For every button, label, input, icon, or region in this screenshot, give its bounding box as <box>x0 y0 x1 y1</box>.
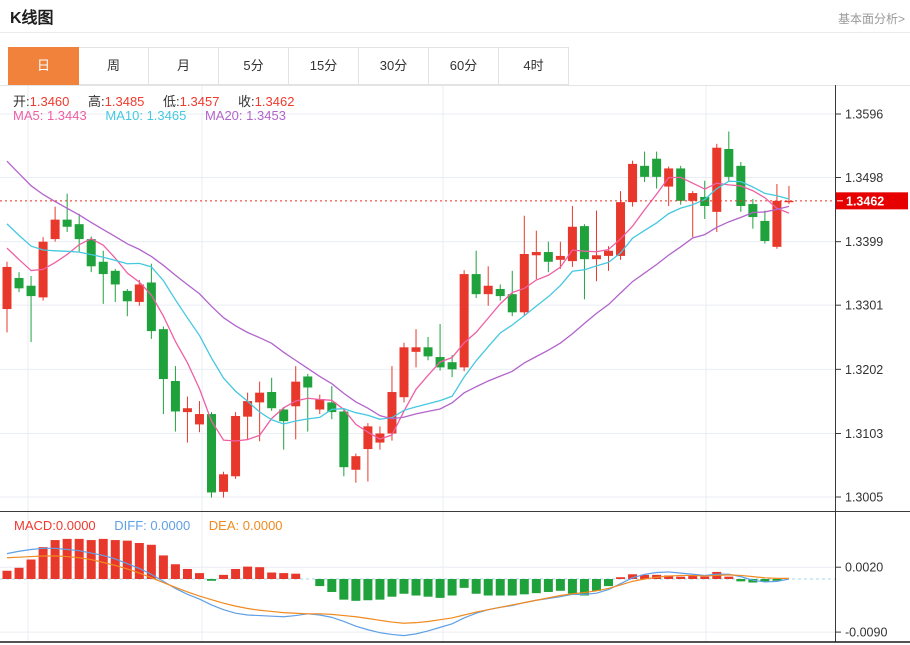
candles-layer <box>2 131 794 498</box>
ma5-line <box>6 176 790 442</box>
macd-label: MACD: <box>14 518 56 533</box>
diff-value: 0.0000 <box>150 518 191 533</box>
svg-text:1.3202: 1.3202 <box>845 363 883 377</box>
high-value: 1.3485 <box>104 94 145 109</box>
low-value: 1.3457 <box>179 94 220 109</box>
interval-tabbar: 日周月 5分 15分 30分 60分 4时 <box>8 47 569 85</box>
page-title: K线图 <box>10 10 54 27</box>
ma10-label: MA10: <box>105 108 143 123</box>
ma20-value: 1.3453 <box>246 108 286 123</box>
macd-value: 0.0000 <box>55 518 96 533</box>
close-label: 收: <box>238 94 255 109</box>
price-axis: 1.3596 1.3498 1.3399 1.3301 1.3202 1.3103 1.30… <box>835 108 887 640</box>
open-label: 开: <box>13 94 30 109</box>
tab-15min[interactable]: 15分 <box>288 47 359 85</box>
svg-text:0.0020: 0.0020 <box>845 561 883 575</box>
tab-month[interactable]: 月 <box>148 47 219 85</box>
tab-60min[interactable]: 60分 <box>428 47 499 85</box>
macd-layer <box>2 538 790 637</box>
current-price-label: 1.3462 <box>836 192 908 210</box>
svg-text:1.3596: 1.3596 <box>845 108 883 122</box>
svg-text:1.3498: 1.3498 <box>845 171 883 185</box>
tab-5min[interactable]: 5分 <box>218 47 289 85</box>
fundamental-analysis-link[interactable]: 基本面分析> <box>838 10 905 27</box>
close-value: 1.3462 <box>254 94 295 109</box>
svg-text:1.3399: 1.3399 <box>845 235 883 249</box>
high-label: 高: <box>88 94 105 109</box>
svg-text:1.3301: 1.3301 <box>845 299 883 313</box>
tab-week[interactable]: 周 <box>78 47 149 85</box>
ma5-value: 1.3443 <box>46 108 87 123</box>
open-value: 1.3460 <box>29 94 70 109</box>
kline-chart: 1.3596 1.3498 1.3399 1.3301 1.3202 1.3103 1.30… <box>0 85 910 643</box>
chart-area: 1.3596 1.3498 1.3399 1.3301 1.3202 1.3103 1.30… <box>0 85 910 645</box>
diff-label: DIFF: <box>114 518 147 533</box>
svg-text:-0.0090: -0.0090 <box>845 626 887 640</box>
header-divider <box>0 32 910 33</box>
svg-text:1.3462: 1.3462 <box>846 194 884 208</box>
svg-text:1.3103: 1.3103 <box>845 427 883 441</box>
ma-row: MA5: 1.3443 MA10: 1.3465 MA20: 1.3453 <box>13 108 301 123</box>
ma10-line <box>6 180 790 425</box>
ma20-line <box>6 160 790 420</box>
svg-text:1.3005: 1.3005 <box>845 491 883 505</box>
tab-4hour[interactable]: 4时 <box>498 47 569 85</box>
low-label: 低: <box>163 94 180 109</box>
tab-day[interactable]: 日 <box>8 47 79 85</box>
ma5-label: MA5: <box>13 108 44 123</box>
macd-row: MACD:0.0000 DIFF: 0.0000 DEA: 0.0000 <box>14 518 298 533</box>
dea-label: DEA: <box>208 518 240 533</box>
ma10-value: 1.3465 <box>146 108 187 123</box>
dea-value: 0.0000 <box>242 518 283 533</box>
ma20-label: MA20: <box>204 108 243 123</box>
tab-30min[interactable]: 30分 <box>358 47 429 85</box>
